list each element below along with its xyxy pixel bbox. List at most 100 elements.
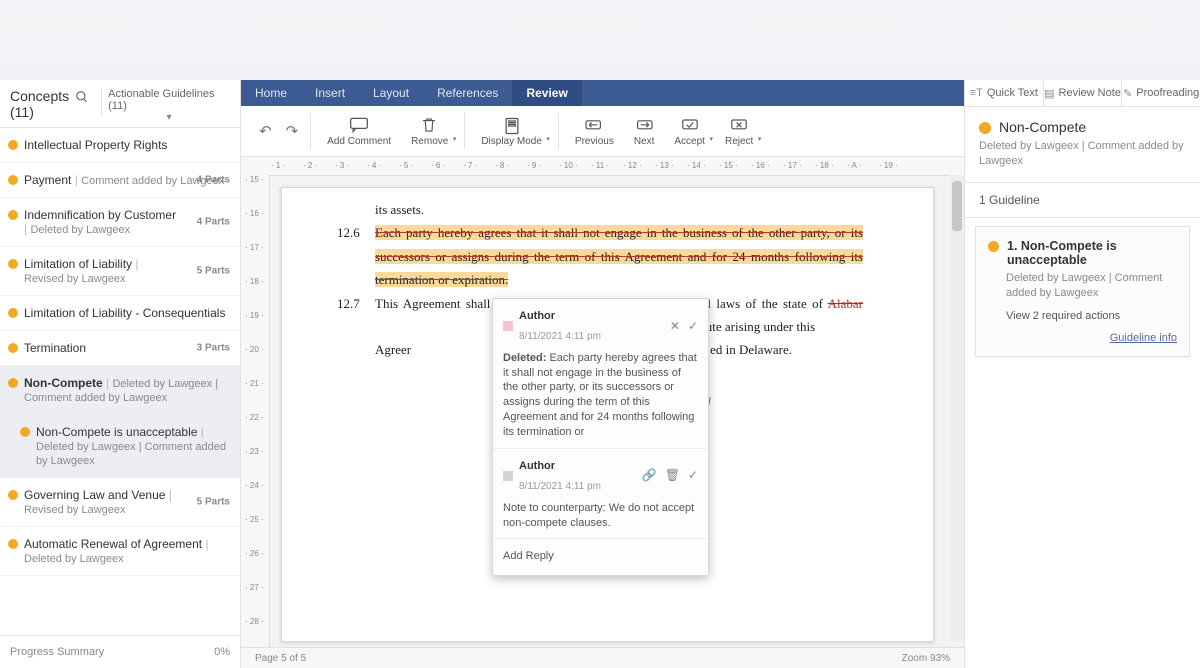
right-panel: ≡TQuick Text ▤Review Note ✎Proofreading … xyxy=(964,80,1200,668)
guidelines-label: Actionable Guidelines (11) xyxy=(108,88,230,112)
concept-meta: Revised by Lawgeex xyxy=(24,504,126,516)
progress-label: Progress Summary xyxy=(10,646,104,658)
comment-note-section: Author 8/11/2021 4:11 pm 🔗 🗑 ✓ Note to c… xyxy=(493,449,708,539)
next-change-button[interactable]: Next xyxy=(624,116,665,147)
separator xyxy=(558,113,559,149)
guideline-count: 1 Guideline xyxy=(965,183,1200,217)
document-page[interactable]: its assets. 12.6 Each party hereby agree… xyxy=(281,187,934,642)
tab-quick-text[interactable]: ≡TQuick Text xyxy=(965,80,1043,106)
concept-name: Non-Compete xyxy=(24,376,103,390)
accept-icon[interactable]: ✓ xyxy=(688,316,698,338)
guideline-info-link[interactable]: Guideline info xyxy=(1110,332,1177,344)
divider xyxy=(101,88,102,116)
separator xyxy=(310,113,311,149)
next-icon xyxy=(634,116,654,134)
deleted-text: Each party hereby agrees that it shall n… xyxy=(375,225,863,287)
comment-deleted-section: Author 8/11/2021 4:11 pm ✕ ✓ Deleted: Ea… xyxy=(493,299,708,449)
undo-redo: ↶ ↷ xyxy=(253,122,304,140)
review-toolbar: ↶ ↷ Add Comment Remove Display Mode xyxy=(241,106,964,157)
undo-button[interactable]: ↶ xyxy=(259,122,272,140)
tab-layout[interactable]: Layout xyxy=(359,80,423,106)
scrollbar-thumb[interactable] xyxy=(952,181,962,231)
status-dot-icon xyxy=(8,308,18,318)
concepts-header: Concepts (11) Actionable Guidelines (11)… xyxy=(0,80,240,128)
add-comment-button[interactable]: Add Comment xyxy=(317,116,401,147)
concept-item-selected[interactable]: Non-Compete | Deleted by Lawgeex | Comme… xyxy=(0,366,240,415)
remove-comment-button[interactable]: Remove xyxy=(401,116,458,147)
comment-text: Note to counterparty: We do not accept n… xyxy=(503,501,698,531)
status-dot-icon xyxy=(20,427,30,437)
concept-item[interactable]: Limitation of Liability | Revised by Law… xyxy=(0,247,240,296)
comment-text: Deleted: Each party hereby agrees that i… xyxy=(503,351,698,440)
guideline-card[interactable]: 1. Non-Compete is unacceptable Deleted b… xyxy=(975,226,1190,357)
status-dot-icon xyxy=(8,210,18,220)
concept-meta: Deleted by Lawgeex | Comment added by La… xyxy=(36,441,226,467)
reject-change-button[interactable]: Reject xyxy=(715,116,763,147)
comment-author: Author xyxy=(519,307,601,327)
document-viewport: · 1 · · 2 · · 3 · · 4 · · 5 · · 6 · · 7 … xyxy=(241,157,964,668)
display-mode-button[interactable]: Display Mode xyxy=(471,116,552,147)
tab-proofreading[interactable]: ✎Proofreading xyxy=(1121,80,1200,106)
previous-change-button[interactable]: Previous xyxy=(565,116,624,147)
author-color-icon xyxy=(503,471,513,481)
search-icon[interactable] xyxy=(69,88,95,106)
guidelines-dropdown[interactable]: Actionable Guidelines (11) ▾ xyxy=(108,88,230,123)
page-indicator: Page 5 of 5 xyxy=(255,653,306,664)
parts-badge: 3 Parts xyxy=(197,343,230,354)
document-icon xyxy=(502,116,522,134)
guideline-title: 1. Non-Compete is unacceptable xyxy=(988,239,1177,267)
status-dot-icon xyxy=(8,140,18,150)
ribbon-tabs: Home Insert Layout References Review xyxy=(241,80,964,106)
concept-item[interactable]: Governing Law and Venue | Revised by Law… xyxy=(0,478,240,527)
concept-item[interactable]: Termination 3 Parts xyxy=(0,331,240,366)
view-actions-link[interactable]: View 2 required actions xyxy=(1006,310,1177,322)
status-dot-icon xyxy=(8,539,18,549)
concept-item[interactable]: Payment | Comment added by Lawgeex 4 Par… xyxy=(0,163,240,198)
vertical-ruler: · 15 ·· 16 ·· 17 ·· 18 ·· 19 ·· 20 ·· 21… xyxy=(241,175,270,668)
clause-text: ed in Delaware. xyxy=(710,342,792,357)
comment-time: 8/11/2021 4:11 pm xyxy=(519,478,601,496)
text-icon: ≡T xyxy=(970,87,983,99)
concept-item[interactable]: Indemnification by Customer | Deleted by… xyxy=(0,198,240,247)
concept-meta: Deleted by Lawgeex | Comment added by La… xyxy=(979,139,1186,170)
concept-item[interactable]: Intellectual Property Rights xyxy=(0,128,240,163)
proofread-icon: ✎ xyxy=(1123,87,1132,100)
author-color-icon xyxy=(503,321,513,331)
tab-insert[interactable]: Insert xyxy=(301,80,359,106)
tab-home[interactable]: Home xyxy=(241,80,301,106)
concept-name: Non-Compete is unacceptable xyxy=(36,425,197,439)
progress-summary[interactable]: Progress Summary 0% xyxy=(0,635,240,668)
clause-text: Agreer xyxy=(375,342,411,357)
concept-name: Limitation of Liability - Consequentials xyxy=(24,306,230,320)
reject-icon xyxy=(729,116,749,134)
status-dot-icon xyxy=(8,343,18,353)
redo-button[interactable]: ↷ xyxy=(286,122,299,140)
add-reply-button[interactable]: Add Reply xyxy=(503,550,554,562)
tab-review[interactable]: Review xyxy=(512,80,581,106)
concept-name: Limitation of Liability xyxy=(24,257,132,271)
concepts-label: Concepts xyxy=(10,88,69,104)
parts-badge: 5 Parts xyxy=(197,266,230,277)
vertical-scrollbar[interactable] xyxy=(950,175,964,642)
concept-name: Intellectual Property Rights xyxy=(24,138,230,152)
zoom-indicator[interactable]: Zoom 93% xyxy=(902,653,950,664)
concept-item[interactable]: Automatic Renewal of Agreement | Deleted… xyxy=(0,527,240,576)
close-icon[interactable]: ✕ xyxy=(670,316,680,338)
status-dot-icon xyxy=(8,175,18,185)
tab-references[interactable]: References xyxy=(423,80,512,106)
link-icon[interactable]: 🔗 xyxy=(642,465,657,487)
concept-title: Non-Compete xyxy=(979,119,1186,135)
right-tabs: ≡TQuick Text ▤Review Note ✎Proofreading xyxy=(965,80,1200,107)
clause-number: 12.7 xyxy=(337,292,365,362)
accept-icon[interactable]: ✓ xyxy=(688,465,698,487)
trash-icon[interactable]: 🗑 xyxy=(665,465,680,487)
status-dot-icon xyxy=(8,259,18,269)
concept-subitem[interactable]: Non-Compete is unacceptable | Deleted by… xyxy=(0,415,240,478)
status-dot-icon xyxy=(979,122,991,134)
parts-badge: 4 Parts xyxy=(197,217,230,228)
concept-item[interactable]: Limitation of Liability - Consequentials xyxy=(0,296,240,331)
accept-change-button[interactable]: Accept xyxy=(664,116,715,147)
tab-review-note[interactable]: ▤Review Note xyxy=(1043,80,1122,106)
status-dot-icon xyxy=(8,378,18,388)
text-fragment: its assets. xyxy=(375,198,863,221)
